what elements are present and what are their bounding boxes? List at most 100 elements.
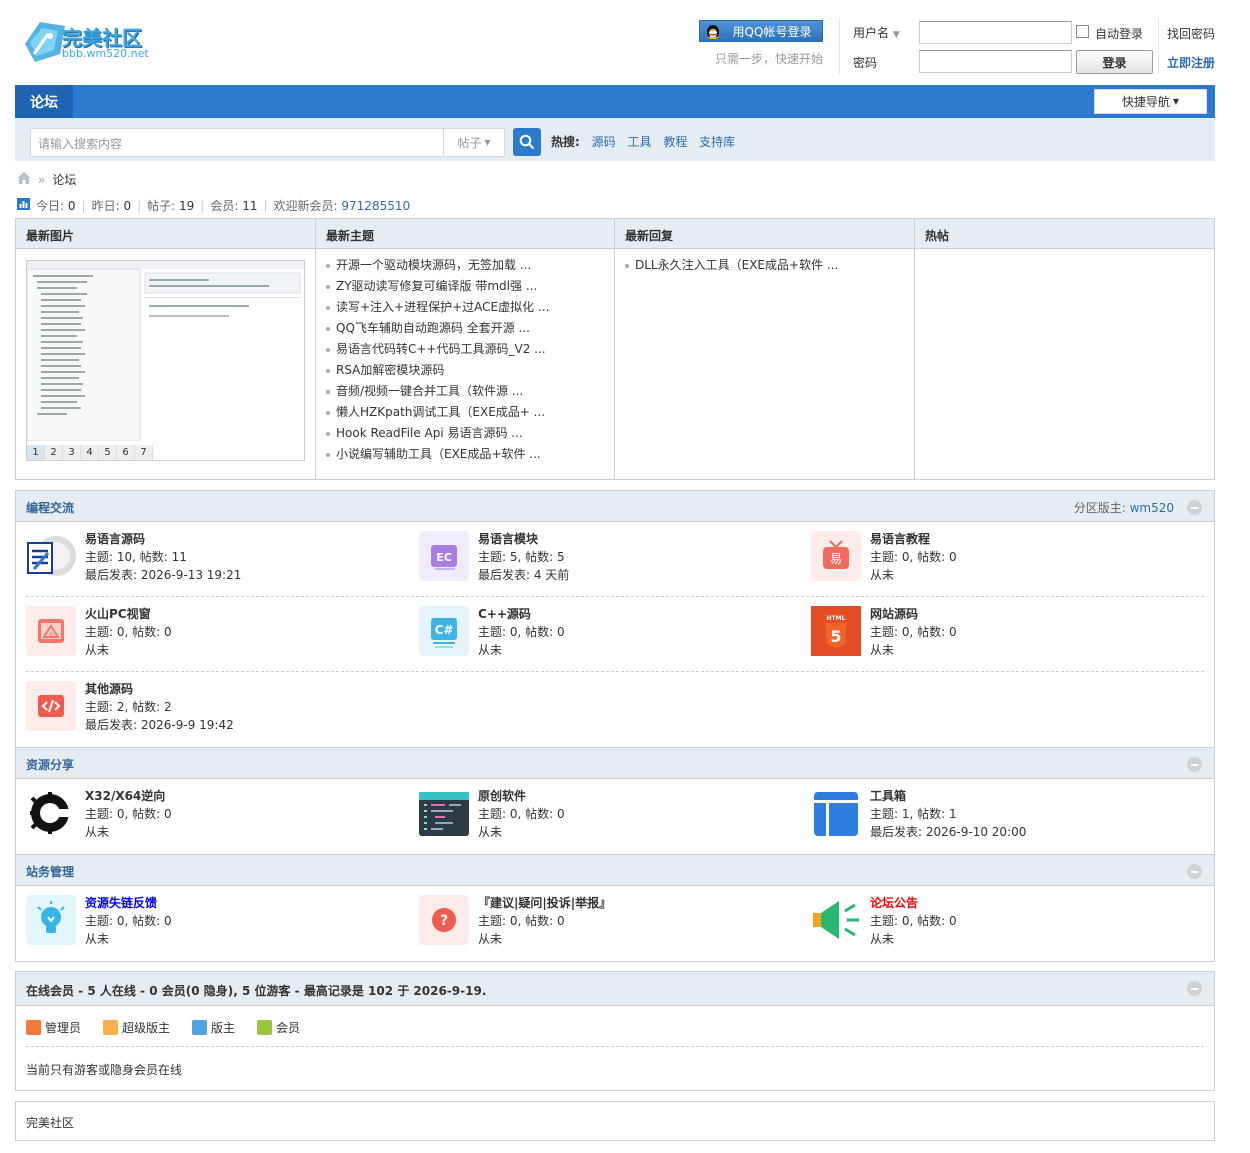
- ec-module-icon[interactable]: EC: [419, 531, 469, 581]
- tutorial-tv-icon[interactable]: 易: [811, 531, 861, 581]
- group-title[interactable]: 站务管理: [26, 865, 74, 879]
- register-link[interactable]: 立即注册: [1167, 54, 1215, 71]
- nav-tab-forum[interactable]: 论坛: [15, 85, 73, 118]
- forum-name[interactable]: 其他源码: [85, 680, 234, 698]
- forum-name[interactable]: 火山PC视窗: [85, 605, 172, 623]
- hot-posts-column: 热帖: [915, 219, 1214, 479]
- image-page-3[interactable]: 3: [63, 445, 81, 460]
- forum-row: A 火山PC视窗 主题: 0, 帖数: 0 从未 C# C++源码 主题: 0, 帖数…: [26, 597, 1204, 672]
- list-item[interactable]: QQ飞车辅助自动跑源码 全套开源 ...: [326, 318, 614, 339]
- auto-login-label[interactable]: 自动登录: [1095, 25, 1143, 42]
- home-icon[interactable]: [17, 172, 31, 187]
- collapse-icon[interactable]: [1187, 981, 1202, 996]
- lightbulb-icon[interactable]: [26, 895, 76, 945]
- list-item[interactable]: 开源一个驱动模块源码，无签加载 ...: [326, 255, 614, 276]
- collapse-icon[interactable]: [1187, 500, 1202, 515]
- forum-stats: 今日: 0 | 昨日: 0 | 帖子: 19 | 会员: 11 | 欢迎新会员:…: [17, 197, 410, 214]
- list-item[interactable]: 读写+注入+进程保护+过ACE虚拟化 ...: [326, 297, 614, 318]
- cheat-engine-icon[interactable]: [26, 788, 76, 838]
- forum-last-post[interactable]: 最后发表: 2026-9-9 19:42: [85, 716, 234, 734]
- forum-stats: 主题: 1, 帖数: 1: [870, 807, 957, 821]
- moderator-user-icon: [192, 1020, 208, 1035]
- forum-name[interactable]: 论坛公告: [870, 894, 957, 912]
- code-icon[interactable]: [26, 681, 76, 731]
- csharp-icon[interactable]: C#: [419, 606, 469, 656]
- image-page-1[interactable]: 1: [27, 445, 45, 460]
- quick-nav-button[interactable]: 快捷导航 ▼: [1094, 89, 1207, 114]
- forum-name[interactable]: 『建议|疑问|投诉|举报』: [478, 894, 611, 912]
- forum-item: 工具箱主题: 1, 帖数: 1 最后发表: 2026-9-10 20:00: [811, 779, 1201, 854]
- list-item[interactable]: DLL永久注入工具（EXE成品+软件 ...: [625, 255, 914, 276]
- e-lang-source-icon[interactable]: [26, 531, 76, 581]
- list-item[interactable]: 小说编写辅助工具（EXE成品+软件 ...: [326, 444, 614, 465]
- newest-member-link[interactable]: 971285510: [341, 199, 410, 213]
- volcano-pc-icon[interactable]: A: [26, 606, 76, 656]
- list-item[interactable]: 懒人HZKpath调试工具（EXE成品+ ...: [326, 402, 614, 423]
- group-title[interactable]: 编程交流: [26, 501, 74, 515]
- hot-item-library[interactable]: 支持库: [699, 135, 735, 149]
- forum-last-post[interactable]: 最后发表: 2026-9-10 20:00: [870, 823, 1026, 841]
- password-input[interactable]: [919, 50, 1072, 73]
- legend-member: 会员: [257, 1019, 300, 1036]
- image-page-4[interactable]: 4: [81, 445, 99, 460]
- forum-item: 易 易语言教程 主题: 0, 帖数: 0 从未: [811, 522, 1201, 597]
- forum-name[interactable]: 易语言源码: [85, 530, 241, 548]
- qq-login-button[interactable]: 用QQ帐号登录: [699, 20, 823, 42]
- breadcrumb-current[interactable]: 论坛: [52, 171, 76, 188]
- forum-row: 易语言源码 主题: 10, 帖数: 11 最后发表: 2026-9-13 19:21…: [26, 522, 1204, 597]
- forum-name[interactable]: 易语言模块: [478, 530, 569, 548]
- forum-last-post[interactable]: 最后发表: 4 天前: [478, 566, 569, 584]
- forum-stats: 主题: 5, 帖数: 5: [478, 550, 565, 564]
- svg-text:C#: C#: [435, 623, 454, 637]
- forum-name[interactable]: X32/X64逆向: [85, 787, 172, 805]
- hot-item-tutorial[interactable]: 教程: [663, 135, 687, 149]
- hot-item-source[interactable]: 源码: [592, 135, 616, 149]
- forum-name[interactable]: 工具箱: [870, 787, 1026, 805]
- forum-name[interactable]: C++源码: [478, 605, 565, 623]
- online-title[interactable]: 在线会员 - 5 人在线 - 0 会员(0 隐身), 5 位游客 - 最高记录是…: [26, 984, 486, 998]
- editor-icon[interactable]: [419, 788, 469, 838]
- site-logo[interactable]: 完美社区 bbb.wm520.net: [20, 14, 149, 72]
- list-item[interactable]: Hook ReadFile Api 易语言源码 ...: [326, 423, 614, 444]
- breadcrumb: » 论坛: [17, 171, 76, 188]
- auto-login-checkbox[interactable]: [1076, 25, 1089, 38]
- search-button[interactable]: [513, 128, 541, 156]
- login-button[interactable]: 登录: [1076, 50, 1153, 74]
- search-input[interactable]: 请输入搜索内容: [30, 128, 444, 157]
- latest-image-thumbnail[interactable]: 1 2 3 4 5 6 7: [26, 260, 305, 461]
- hot-posts-title: 热帖: [915, 219, 1214, 249]
- forum-last-post: 从未: [870, 643, 895, 657]
- forum-name[interactable]: 网站源码: [870, 605, 957, 623]
- legend-admin: 管理员: [26, 1019, 81, 1036]
- latest-replies-list: DLL永久注入工具（EXE成品+软件 ...: [615, 249, 914, 276]
- question-icon[interactable]: ?: [419, 895, 469, 945]
- image-page-5[interactable]: 5: [99, 445, 117, 460]
- forum-stats: 主题: 2, 帖数: 2: [85, 700, 172, 714]
- stats-chart-icon: [17, 198, 30, 213]
- username-input[interactable]: [919, 21, 1072, 44]
- list-item[interactable]: RSA加解密模块源码: [326, 360, 614, 381]
- username-type-select[interactable]: 用户名 ▼: [853, 24, 900, 41]
- legend-super-moderator: 超级版主: [103, 1019, 170, 1036]
- search-type-select[interactable]: 帖子 ▼: [443, 128, 505, 157]
- collapse-icon[interactable]: [1187, 864, 1202, 879]
- image-page-2[interactable]: 2: [45, 445, 63, 460]
- list-item[interactable]: 音频/视频一键合并工具（软件源 ...: [326, 381, 614, 402]
- forum-name[interactable]: 易语言教程: [870, 530, 957, 548]
- list-item[interactable]: 易语言代码转C++代码工具源码_V2 ...: [326, 339, 614, 360]
- moderator-link[interactable]: wm520: [1130, 501, 1174, 515]
- group-title[interactable]: 资源分享: [26, 758, 74, 772]
- header-divider: [839, 18, 840, 74]
- megaphone-icon[interactable]: [811, 895, 861, 945]
- forum-name[interactable]: 原创软件: [478, 787, 565, 805]
- list-item[interactable]: ZY驱动读写修复可编译版 带mdl强 ...: [326, 276, 614, 297]
- collapse-icon[interactable]: [1187, 757, 1202, 772]
- forum-name[interactable]: 资源失链反馈: [85, 894, 172, 912]
- forum-last-post[interactable]: 最后发表: 2026-9-13 19:21: [85, 566, 241, 584]
- toolbox-icon[interactable]: [811, 788, 861, 838]
- image-page-7[interactable]: 7: [135, 445, 153, 460]
- image-page-6[interactable]: 6: [117, 445, 135, 460]
- hot-item-tools[interactable]: 工具: [627, 135, 651, 149]
- html5-icon[interactable]: HTML 5: [811, 606, 861, 656]
- find-password-link[interactable]: 找回密码: [1167, 25, 1215, 42]
